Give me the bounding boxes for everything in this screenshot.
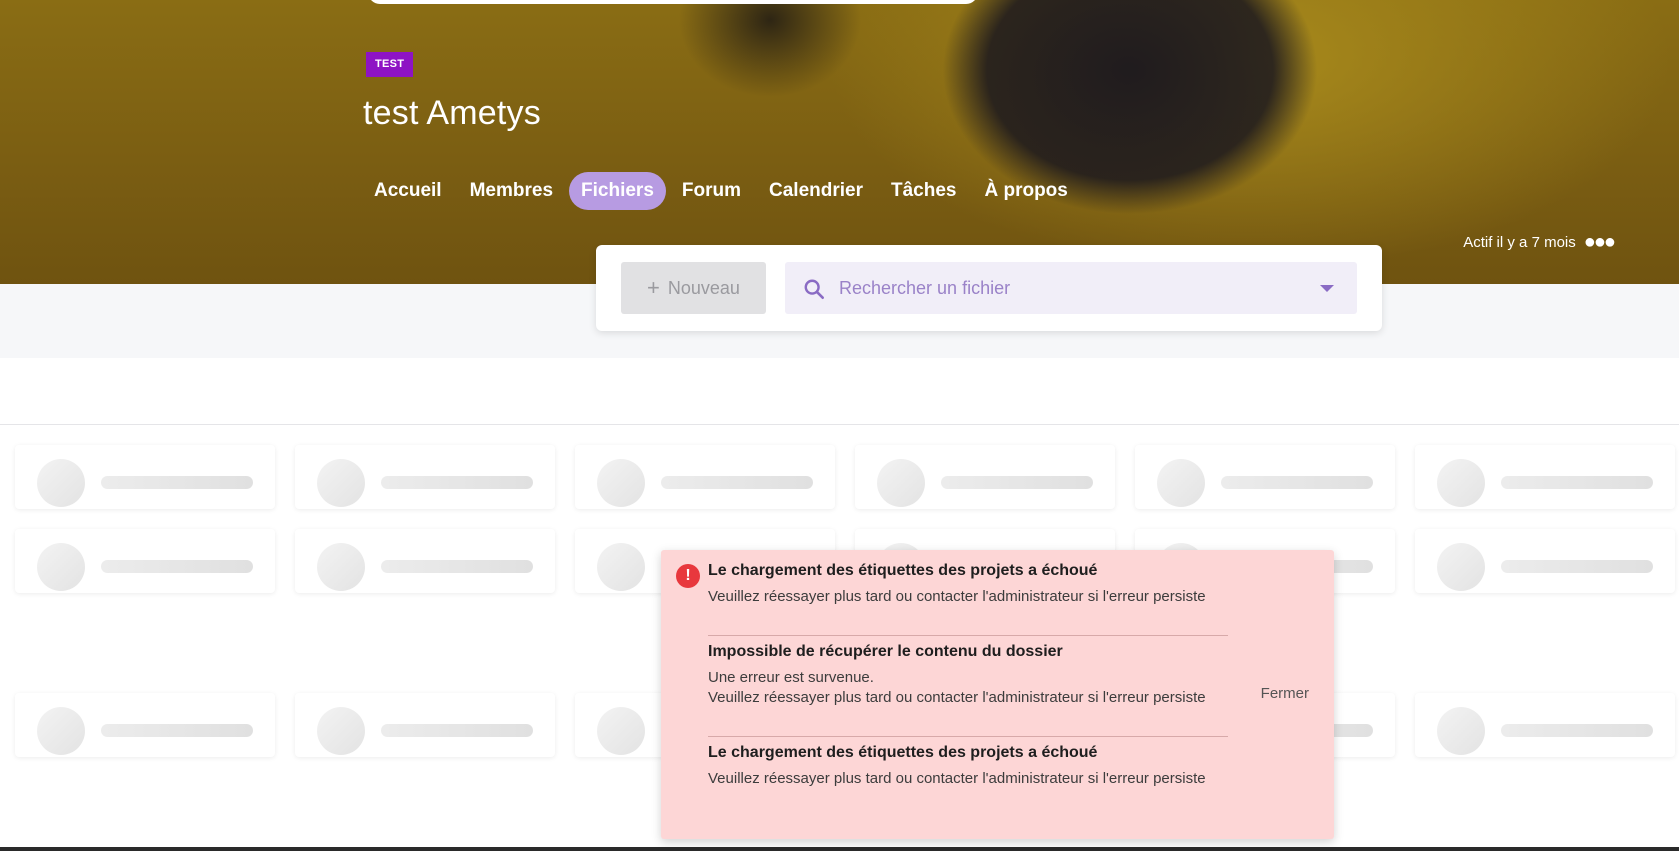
notification-message: Impossible de récupérer le contenu du do…	[708, 643, 1228, 708]
divider	[0, 424, 1679, 425]
skeleton-card	[15, 529, 275, 593]
skeleton-card	[1135, 445, 1395, 509]
new-button[interactable]: + Nouveau	[621, 262, 766, 314]
skeleton-avatar	[1437, 459, 1485, 507]
skeleton-card	[855, 445, 1115, 509]
activity-status: Actif il y a 7 mois ●●●	[1463, 232, 1616, 252]
message-title: Le chargement des étiquettes des projets…	[708, 744, 1098, 761]
skeleton-card	[295, 529, 555, 593]
files-toolbar: + Nouveau	[596, 245, 1382, 331]
skeleton-avatar	[317, 459, 365, 507]
message-title: Le chargement des étiquettes des projets…	[708, 562, 1098, 579]
message-title: Impossible de récupérer le contenu du do…	[708, 643, 1063, 660]
message-text: Veuillez réessayer plus tard ou contacte…	[708, 588, 1206, 605]
skeleton-avatar	[37, 543, 85, 591]
search-input[interactable]	[839, 262, 1309, 314]
skeleton-card	[295, 445, 555, 509]
search-icon	[804, 279, 824, 299]
skeleton-line	[1501, 560, 1653, 573]
skeleton-line	[941, 476, 1093, 489]
skeleton-card	[15, 445, 275, 509]
skeleton-card	[1415, 693, 1675, 757]
skeleton-avatar	[597, 707, 645, 755]
message-separator	[708, 635, 1228, 636]
message-text: Une erreur est survenue.	[708, 669, 874, 686]
skeleton-avatar	[317, 707, 365, 755]
skeleton-avatar	[1437, 543, 1485, 591]
message-text: Veuillez réessayer plus tard ou contacte…	[708, 689, 1206, 706]
skeleton-line	[1501, 476, 1653, 489]
community-header: TEST test Ametys Accueil Membres Fichier…	[0, 0, 1679, 284]
skeleton-card	[1415, 529, 1675, 593]
notification-message: Le chargement des étiquettes des projets…	[708, 744, 1228, 789]
skeleton-card	[1415, 445, 1675, 509]
caret-down-icon[interactable]	[1320, 285, 1334, 292]
skeleton-line	[1221, 476, 1373, 489]
page-title: test Ametys	[363, 94, 541, 132]
more-dots-icon[interactable]: ●●●	[1584, 232, 1616, 252]
tab-taches[interactable]: Tâches	[879, 172, 968, 210]
plus-icon: +	[647, 275, 660, 300]
skeleton-card	[15, 693, 275, 757]
skeleton-avatar	[37, 459, 85, 507]
skeleton-avatar	[1437, 707, 1485, 755]
skeleton-card	[295, 693, 555, 757]
skeleton-line	[101, 724, 253, 737]
skeleton-line	[101, 476, 253, 489]
file-search	[785, 262, 1357, 314]
tab-fichiers[interactable]: Fichiers	[569, 172, 666, 210]
skeleton-avatar	[1157, 459, 1205, 507]
notification-message: Le chargement des étiquettes des projets…	[708, 562, 1228, 607]
tab-forum[interactable]: Forum	[670, 172, 753, 210]
skeleton-avatar	[37, 707, 85, 755]
skeleton-avatar	[597, 543, 645, 591]
message-separator	[708, 736, 1228, 737]
tab-accueil[interactable]: Accueil	[362, 172, 454, 210]
message-text: Veuillez réessayer plus tard ou contacte…	[708, 770, 1206, 787]
skeleton-avatar	[317, 543, 365, 591]
new-button-label: Nouveau	[667, 277, 740, 298]
skeleton-card	[575, 445, 835, 509]
skeleton-line	[381, 724, 533, 737]
category-badge: TEST	[366, 52, 414, 77]
skeleton-avatar	[597, 459, 645, 507]
error-notification: ! Le chargement des étiquettes des proje…	[661, 550, 1334, 839]
skeleton-line	[381, 476, 533, 489]
activity-text: Actif il y a 7 mois	[1463, 234, 1576, 251]
global-search-bar[interactable]	[368, 0, 978, 4]
bottom-edge	[0, 847, 1679, 851]
skeleton-line	[661, 476, 813, 489]
close-button[interactable]: Fermer	[1261, 685, 1309, 702]
skeleton-line	[101, 560, 253, 573]
skeleton-line	[381, 560, 533, 573]
error-icon: !	[676, 564, 700, 588]
project-tabs: Accueil Membres Fichiers Forum Calendrie…	[362, 172, 1084, 210]
tab-membres[interactable]: Membres	[458, 172, 565, 210]
tab-a-propos[interactable]: À propos	[972, 172, 1079, 210]
tab-calendrier[interactable]: Calendrier	[757, 172, 875, 210]
skeleton-avatar	[877, 459, 925, 507]
skeleton-line	[1501, 724, 1653, 737]
